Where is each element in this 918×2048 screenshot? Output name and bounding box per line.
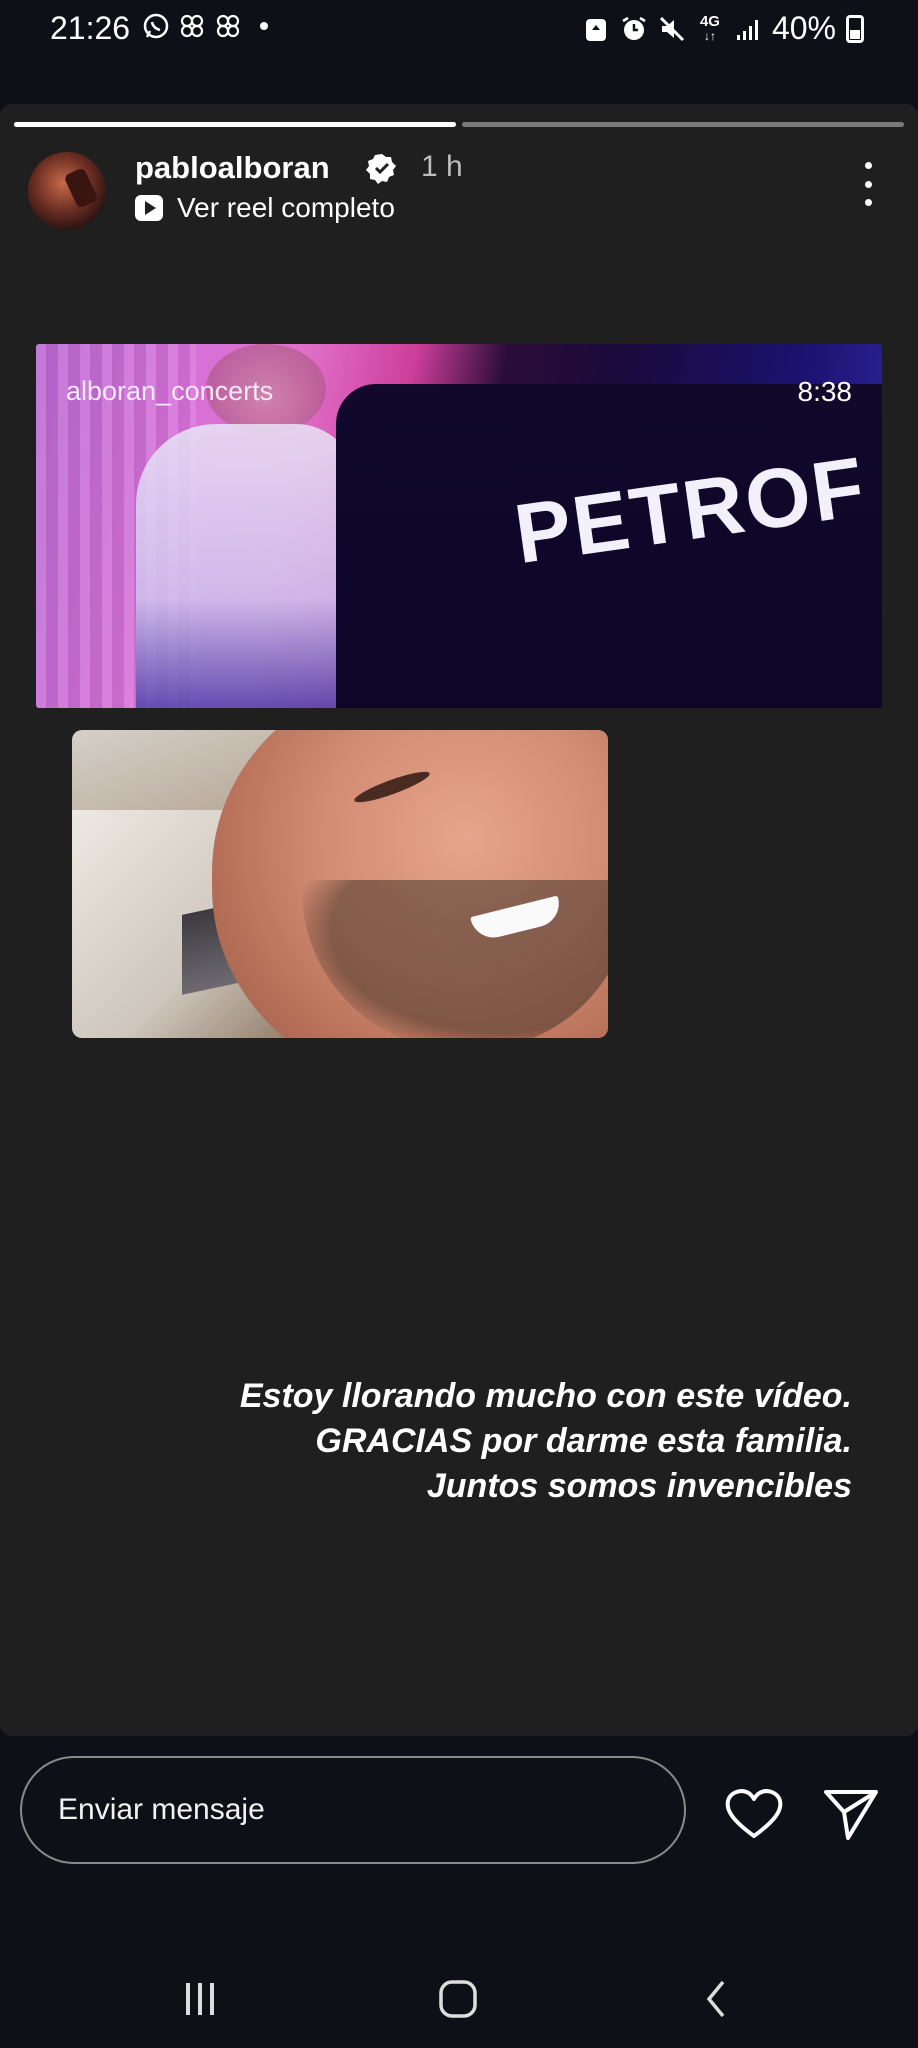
- system-nav-bar: [0, 1930, 918, 2048]
- whatsapp-icon: [142, 12, 170, 40]
- reel-source-tag: alboran_concerts: [66, 376, 274, 406]
- signal-4g-icon: 4G ↓↑: [699, 12, 720, 43]
- view-full-reel-label: Ver reel completo: [177, 192, 395, 223]
- send-message-input[interactable]: [20, 1756, 686, 1864]
- reel-duration: 8:38: [797, 376, 853, 407]
- send-icon[interactable]: [822, 1784, 880, 1842]
- story-viewer[interactable]: pabloalboran 1 h Ver reel completo PETRO…: [0, 104, 918, 1736]
- back-button[interactable]: [686, 1974, 746, 2024]
- view-full-reel-link[interactable]: Ver reel completo: [135, 192, 395, 224]
- selfie-photo: [72, 730, 608, 1038]
- avatar[interactable]: [28, 152, 106, 230]
- recent-apps-button[interactable]: [170, 1974, 230, 2024]
- username[interactable]: pabloalboran: [135, 150, 330, 186]
- story-caption: Estoy llorando mucho con este vídeo. GRA…: [40, 1374, 852, 1509]
- recent-apps-icon: [186, 1983, 214, 2015]
- mute-icon: [658, 15, 686, 43]
- home-icon: [439, 1980, 477, 2018]
- recycle-icon: [582, 15, 610, 43]
- battery-icon: [846, 14, 864, 43]
- caption-line: Juntos somos invencibles: [426, 1467, 852, 1505]
- progress-segment: [14, 122, 456, 127]
- alarm-icon: [620, 15, 648, 43]
- story-header: pabloalboran 1 h Ver reel completo: [28, 146, 890, 236]
- system-icons: 4G ↓↑ 40%: [582, 10, 864, 47]
- notification-icons: [142, 12, 278, 40]
- back-chevron-icon: [706, 1980, 725, 2018]
- battery-percent: 40%: [771, 10, 836, 46]
- signal-bars-icon: [734, 15, 762, 43]
- heart-icon[interactable]: [724, 1786, 784, 1840]
- more-options-icon[interactable]: [858, 162, 878, 206]
- shared-reel-preview[interactable]: PETROF alboran_concerts 8:38: [36, 344, 882, 708]
- caption-line: Estoy llorando mucho con este vídeo.: [239, 1377, 852, 1415]
- progress-fill: [14, 122, 456, 127]
- home-button[interactable]: [428, 1974, 488, 2024]
- post-time: 1 h: [421, 150, 463, 183]
- pianist: [136, 424, 356, 708]
- status-bar: 21:26 4G ↓↑ 40%: [0, 0, 918, 100]
- verified-badge-icon: [366, 154, 396, 184]
- dot-icon: [250, 12, 278, 40]
- progress-segment: [462, 122, 904, 127]
- status-time: 21:26: [50, 10, 131, 46]
- reply-bar: [0, 1750, 918, 1870]
- pinwheel-icon: [178, 12, 206, 40]
- play-icon: [135, 195, 163, 221]
- pinwheel-icon: [214, 12, 242, 40]
- story-progress: [14, 122, 904, 127]
- caption-line: GRACIAS por darme esta familia.: [315, 1422, 852, 1460]
